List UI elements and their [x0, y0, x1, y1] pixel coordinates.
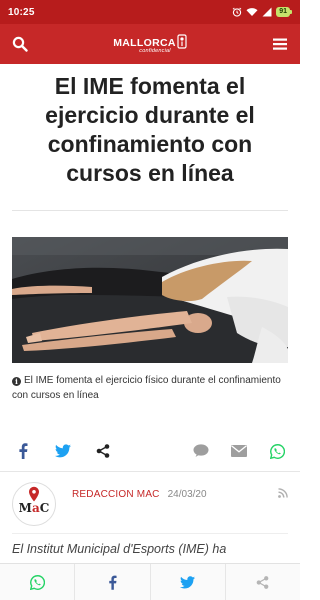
signal-icon [262, 7, 272, 17]
info-icon: i [12, 377, 21, 386]
facebook-icon [19, 443, 28, 459]
rss-icon [278, 488, 288, 498]
whatsapp-icon [269, 443, 285, 459]
facebook-share-button[interactable] [12, 440, 34, 462]
status-bar: 10:25 91 [0, 0, 300, 24]
share-icon [96, 444, 110, 458]
alarm-icon [232, 7, 242, 17]
map-pin-icon [29, 486, 39, 502]
divider [12, 533, 288, 534]
share-bar [12, 440, 288, 462]
bottom-twitter-button[interactable] [151, 564, 226, 600]
caption-text: El IME fomenta el ejercicio físico duran… [12, 375, 281, 401]
author-row: MaC REDACCION MAC 24/03/20 [12, 481, 288, 527]
search-button[interactable] [10, 34, 30, 54]
publish-date: 24/03/20 [167, 488, 207, 500]
twitter-share-button[interactable] [52, 440, 74, 462]
whatsapp-share-button[interactable] [266, 440, 288, 462]
site-logo[interactable]: MALLORCA confidencial [30, 33, 270, 54]
app-screen: 10:25 91 MALLORCA confidencial El IME fo… [0, 0, 300, 600]
status-time: 10:25 [8, 6, 35, 18]
battery-level: 91 [276, 7, 290, 17]
facebook-icon [109, 575, 117, 590]
article-body: El Institut Municipal d'Esports (IME) ha [12, 542, 227, 556]
whatsapp-icon [29, 574, 45, 590]
bottom-facebook-button[interactable] [75, 564, 151, 600]
divider [12, 210, 288, 211]
bottom-share-bar [0, 563, 300, 600]
author-name[interactable]: REDACCION MAC [72, 489, 160, 500]
twitter-icon [180, 575, 196, 588]
logo-pin-icon [177, 33, 187, 49]
email-icon [231, 445, 247, 457]
bottom-whatsapp-button[interactable] [0, 564, 76, 600]
article-title: El IME fomenta el ejercicio durante el c… [45, 73, 255, 186]
share-button[interactable] [92, 440, 114, 462]
email-share-button[interactable] [228, 440, 250, 462]
twitter-icon [55, 444, 71, 458]
status-icons: 91 [232, 7, 292, 17]
search-icon [12, 36, 28, 52]
article-image[interactable] [12, 237, 288, 363]
menu-icon [273, 38, 287, 50]
share-icon [257, 575, 269, 589]
battery-icon: 91 [276, 7, 292, 17]
avatar-text: MaC [18, 501, 50, 515]
comment-button[interactable] [190, 440, 212, 462]
logo-subtitle: confidencial [139, 47, 171, 54]
divider [0, 471, 300, 472]
menu-button[interactable] [270, 34, 290, 54]
comment-icon [193, 444, 209, 457]
rss-button[interactable] [278, 485, 288, 503]
bottom-share-button[interactable] [226, 564, 300, 600]
app-header: MALLORCA confidencial [0, 24, 300, 64]
author-avatar[interactable]: MaC [12, 482, 56, 526]
image-caption: i El IME fomenta el ejercicio físico dura… [12, 373, 288, 403]
wifi-icon [246, 7, 258, 17]
